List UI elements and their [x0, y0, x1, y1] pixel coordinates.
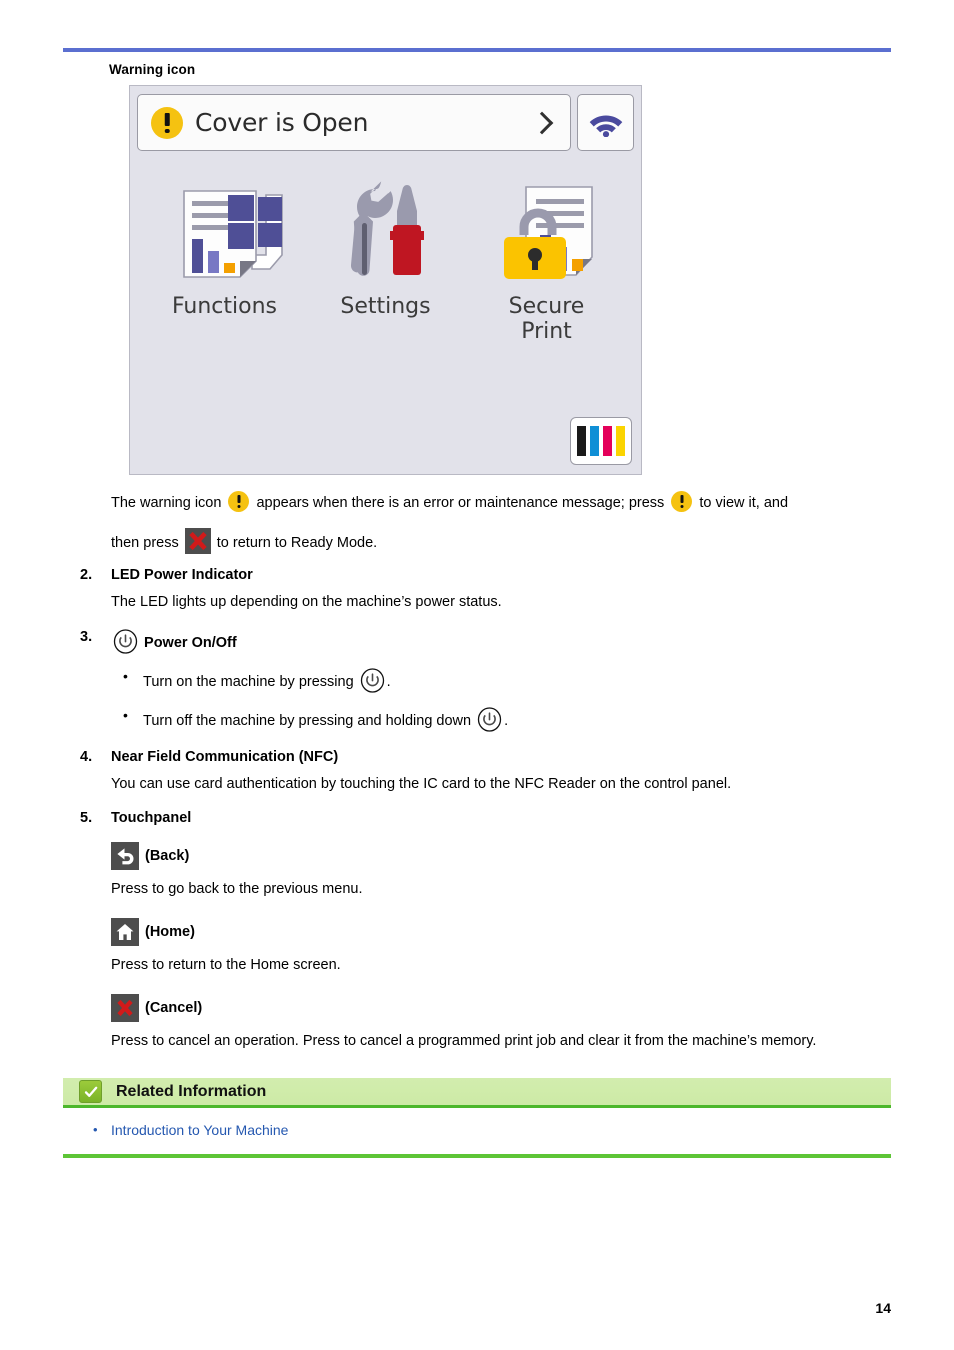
warning-icon-description: The warning icon appears when there is a…: [63, 491, 891, 514]
lcd-tile-functions[interactable]: Functions: [144, 169, 305, 344]
lcd-tile-secure-print[interactable]: Secure Print: [466, 169, 627, 344]
touchpanel-back-description: Press to go back to the previous menu.: [111, 881, 363, 898]
item-title: Touchpanel: [111, 810, 192, 827]
touchpanel-back-label: (Back): [145, 848, 190, 865]
item-number: 4.: [80, 749, 93, 766]
related-information-link-item[interactable]: • Introduction to Your Machine: [63, 1122, 891, 1138]
lcd-tile-row: Functions Settings Secure Print: [130, 169, 641, 344]
wrench-screwdriver-icon: [331, 169, 441, 289]
lcd-status-row: Cover is Open: [130, 86, 641, 151]
lock-document-icon: [488, 169, 606, 289]
document-page: Warning icon Cover is Open Functions Set…: [0, 0, 954, 1350]
item-number: 3.: [80, 629, 93, 646]
list-item-led-power-indicator: 2. LED Power Indicator: [63, 567, 891, 583]
warning-exclamation-icon: [151, 106, 183, 139]
warning-desc-part-3: to view it, and: [699, 495, 789, 511]
warning-icon-description-line2: then press to return to Ready Mode.: [63, 528, 891, 555]
touchpanel-cancel-description: Press to cancel an operation. Press to c…: [111, 1033, 817, 1050]
power-icon: [477, 707, 502, 732]
touchpanel-home-heading: (Home): [63, 918, 891, 947]
list-item-touchpanel: 5. Touchpanel: [63, 810, 891, 826]
power-icon: [360, 668, 385, 693]
bullet-dot: •: [123, 707, 128, 724]
bullet-dot: •: [123, 668, 128, 685]
power-on-text-after: .: [386, 674, 391, 691]
bullet-dot: •: [93, 1122, 98, 1138]
home-icon: [111, 918, 139, 947]
item-title: Power On/Off: [144, 635, 237, 652]
lcd-tile-label-functions: Functions: [171, 294, 278, 319]
touchpanel-back-heading: (Back): [63, 842, 891, 871]
wifi-icon: [589, 115, 622, 137]
toner-level-indicator[interactable]: [570, 417, 632, 465]
cancel-x-icon: [184, 528, 211, 555]
warning-desc-part-2: appears when there is an error or mainte…: [256, 495, 665, 511]
back-arrow-icon: [111, 842, 139, 871]
item-number: 2.: [80, 567, 93, 584]
lcd-tile-label-settings: Settings: [340, 294, 431, 319]
lcd-tile-label-secure-print: Secure Print: [508, 294, 585, 344]
chevron-right-icon[interactable]: [530, 111, 554, 134]
power-on-text: Turn on the machine by pressing: [143, 674, 354, 691]
touchpanel-home-description: Press to return to the Home screen.: [111, 957, 341, 974]
toner-bar-cyan: [590, 426, 599, 456]
warning-exclamation-icon: [671, 491, 693, 512]
nfc-description: You can use card authentication by touch…: [111, 776, 732, 793]
power-icon: [113, 629, 138, 654]
item-number: 5.: [80, 810, 93, 827]
page-top-rule: [63, 48, 891, 52]
item-title: Near Field Communication (NFC): [111, 749, 339, 766]
warning-desc-part-1: The warning icon: [111, 495, 222, 511]
warning-icon-heading: Warning icon: [109, 62, 196, 77]
warning-desc-part-5: to return to Ready Mode.: [216, 535, 378, 552]
touchpanel-cancel-heading: (Cancel): [63, 994, 891, 1023]
machine-lcd-screenshot: Cover is Open Functions Settings Secure …: [129, 85, 642, 475]
page-number: 14: [875, 1300, 891, 1316]
touchpanel-home-label: (Home): [145, 924, 195, 941]
power-off-text-after: .: [504, 713, 509, 730]
power-off-bullet: • Turn off the machine by pressing and h…: [63, 707, 891, 732]
related-information-header: Related Information: [63, 1078, 891, 1109]
toner-bar-magenta: [603, 426, 612, 456]
lcd-wifi-button[interactable]: [577, 94, 634, 151]
item-title: LED Power Indicator: [111, 567, 253, 584]
related-information-bottom-rule: [63, 1154, 891, 1159]
related-link-introduction-to-your-machine[interactable]: Introduction to Your Machine: [111, 1122, 288, 1138]
functions-document-icon: [166, 169, 284, 289]
related-information-section: Related Information • Introduction to Yo…: [63, 1078, 891, 1159]
list-item-power-on-off: 3. Power On/Off: [63, 629, 891, 654]
power-on-bullet: • Turn on the machine by pressing .: [63, 668, 891, 693]
power-off-text: Turn off the machine by pressing and hol…: [143, 713, 472, 730]
page-content: Warning icon Cover is Open Functions Set…: [63, 62, 891, 1159]
touchpanel-cancel-label: (Cancel): [145, 1000, 203, 1017]
lcd-status-bar[interactable]: Cover is Open: [137, 94, 571, 151]
list-item-nfc: 4. Near Field Communication (NFC): [63, 749, 891, 765]
toner-bar-yellow: [616, 426, 625, 456]
warning-desc-part-4: then press: [111, 535, 179, 552]
cancel-x-icon: [111, 994, 139, 1023]
warning-exclamation-icon: [228, 491, 250, 512]
related-information-title: Related Information: [116, 1082, 267, 1100]
led-power-indicator-description: The LED lights up depending on the machi…: [111, 594, 502, 611]
lcd-status-message: Cover is Open: [195, 108, 369, 137]
check-icon: [79, 1080, 102, 1104]
lcd-tile-settings[interactable]: Settings: [305, 169, 466, 344]
toner-bar-black: [577, 426, 586, 456]
